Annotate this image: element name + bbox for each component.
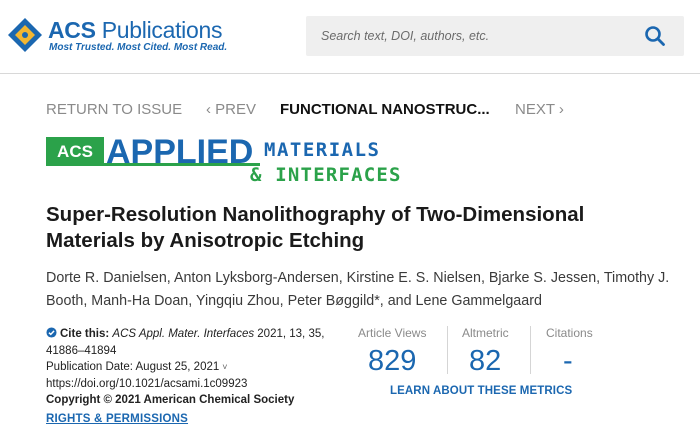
- article-authors[interactable]: Dorte R. Danielsen, Anton Lyksborg-Ander…: [46, 267, 686, 313]
- prev-article-link[interactable]: ‹ PREV: [206, 101, 256, 118]
- logo-tagline: Most Trusted. Most Cited. Most Read.: [49, 42, 228, 53]
- publication-date[interactable]: Publication Date: August 25, 2021 ˅: [46, 359, 346, 376]
- article-metrics: Article Views 829 Altmetric 82 Citations…: [358, 326, 608, 401]
- cite-this-line[interactable]: Cite this: ACS Appl. Mater. Interfaces 2…: [46, 326, 346, 343]
- journal-banner[interactable]: ACS APPLIED MATERIALS & INTERFACES: [46, 125, 446, 183]
- acs-emblem-icon: [8, 18, 42, 52]
- banner-underline: [46, 163, 260, 166]
- article-views-value: 829: [368, 345, 417, 377]
- search-icon[interactable]: [644, 25, 666, 47]
- current-section-label[interactable]: FUNCTIONAL NANOSTRUC...: [280, 101, 490, 118]
- chevron-down-icon[interactable]: ˅: [222, 362, 227, 372]
- rights-permissions-link[interactable]: RIGHTS & PERMISSIONS: [46, 413, 188, 425]
- shield-check-icon: [46, 327, 57, 338]
- citations-value: -: [563, 345, 573, 377]
- site-header: ACS Publications Most Trusted. Most Cite…: [0, 0, 700, 74]
- next-article-link[interactable]: NEXT ›: [515, 101, 564, 118]
- acs-publications-logo[interactable]: ACS Publications Most Trusted. Most Cite…: [6, 14, 227, 58]
- citation-block: Cite this: ACS Appl. Mater. Interfaces 2…: [46, 326, 346, 427]
- search-input[interactable]: [306, 16, 636, 56]
- cite-pages: 41886–41894: [46, 344, 117, 357]
- cite-journal: ACS Appl. Mater. Interfaces: [112, 328, 255, 340]
- banner-acs-text: ACS: [57, 142, 93, 161]
- article-views-metric: Article Views 829: [358, 326, 427, 377]
- altmetric-value: 82: [469, 345, 502, 377]
- citations-metric: Citations -: [546, 326, 593, 377]
- cite-this-label: Cite this:: [60, 328, 110, 340]
- search-box: [306, 16, 684, 56]
- issue-navigation: RETURN TO ISSUE ‹ PREV FUNCTIONAL NANOST…: [46, 101, 686, 121]
- logo-wordmark: ACS Publications: [48, 17, 223, 43]
- copyright-notice: Copyright © 2021 American Chemical Socie…: [46, 394, 295, 406]
- banner-materials-text: MATERIALS: [264, 139, 380, 161]
- altmetric-metric[interactable]: Altmetric 82: [462, 326, 509, 377]
- article-views-label: Article Views: [358, 326, 427, 340]
- metric-divider: [530, 326, 531, 374]
- doi-link[interactable]: https://doi.org/10.1021/acsami.1c09923: [46, 376, 346, 393]
- citations-label: Citations: [546, 326, 593, 340]
- learn-about-metrics-link[interactable]: LEARN ABOUT THESE METRICS: [390, 385, 572, 397]
- banner-interfaces-text: & INTERFACES: [250, 164, 402, 183]
- cite-details: 2021, 13, 35,: [254, 328, 325, 340]
- altmetric-label: Altmetric: [462, 326, 509, 340]
- return-to-issue-link[interactable]: RETURN TO ISSUE: [46, 101, 182, 118]
- metric-divider: [447, 326, 448, 374]
- article-title: Super-Resolution Nanolithography of Two-…: [46, 203, 585, 252]
